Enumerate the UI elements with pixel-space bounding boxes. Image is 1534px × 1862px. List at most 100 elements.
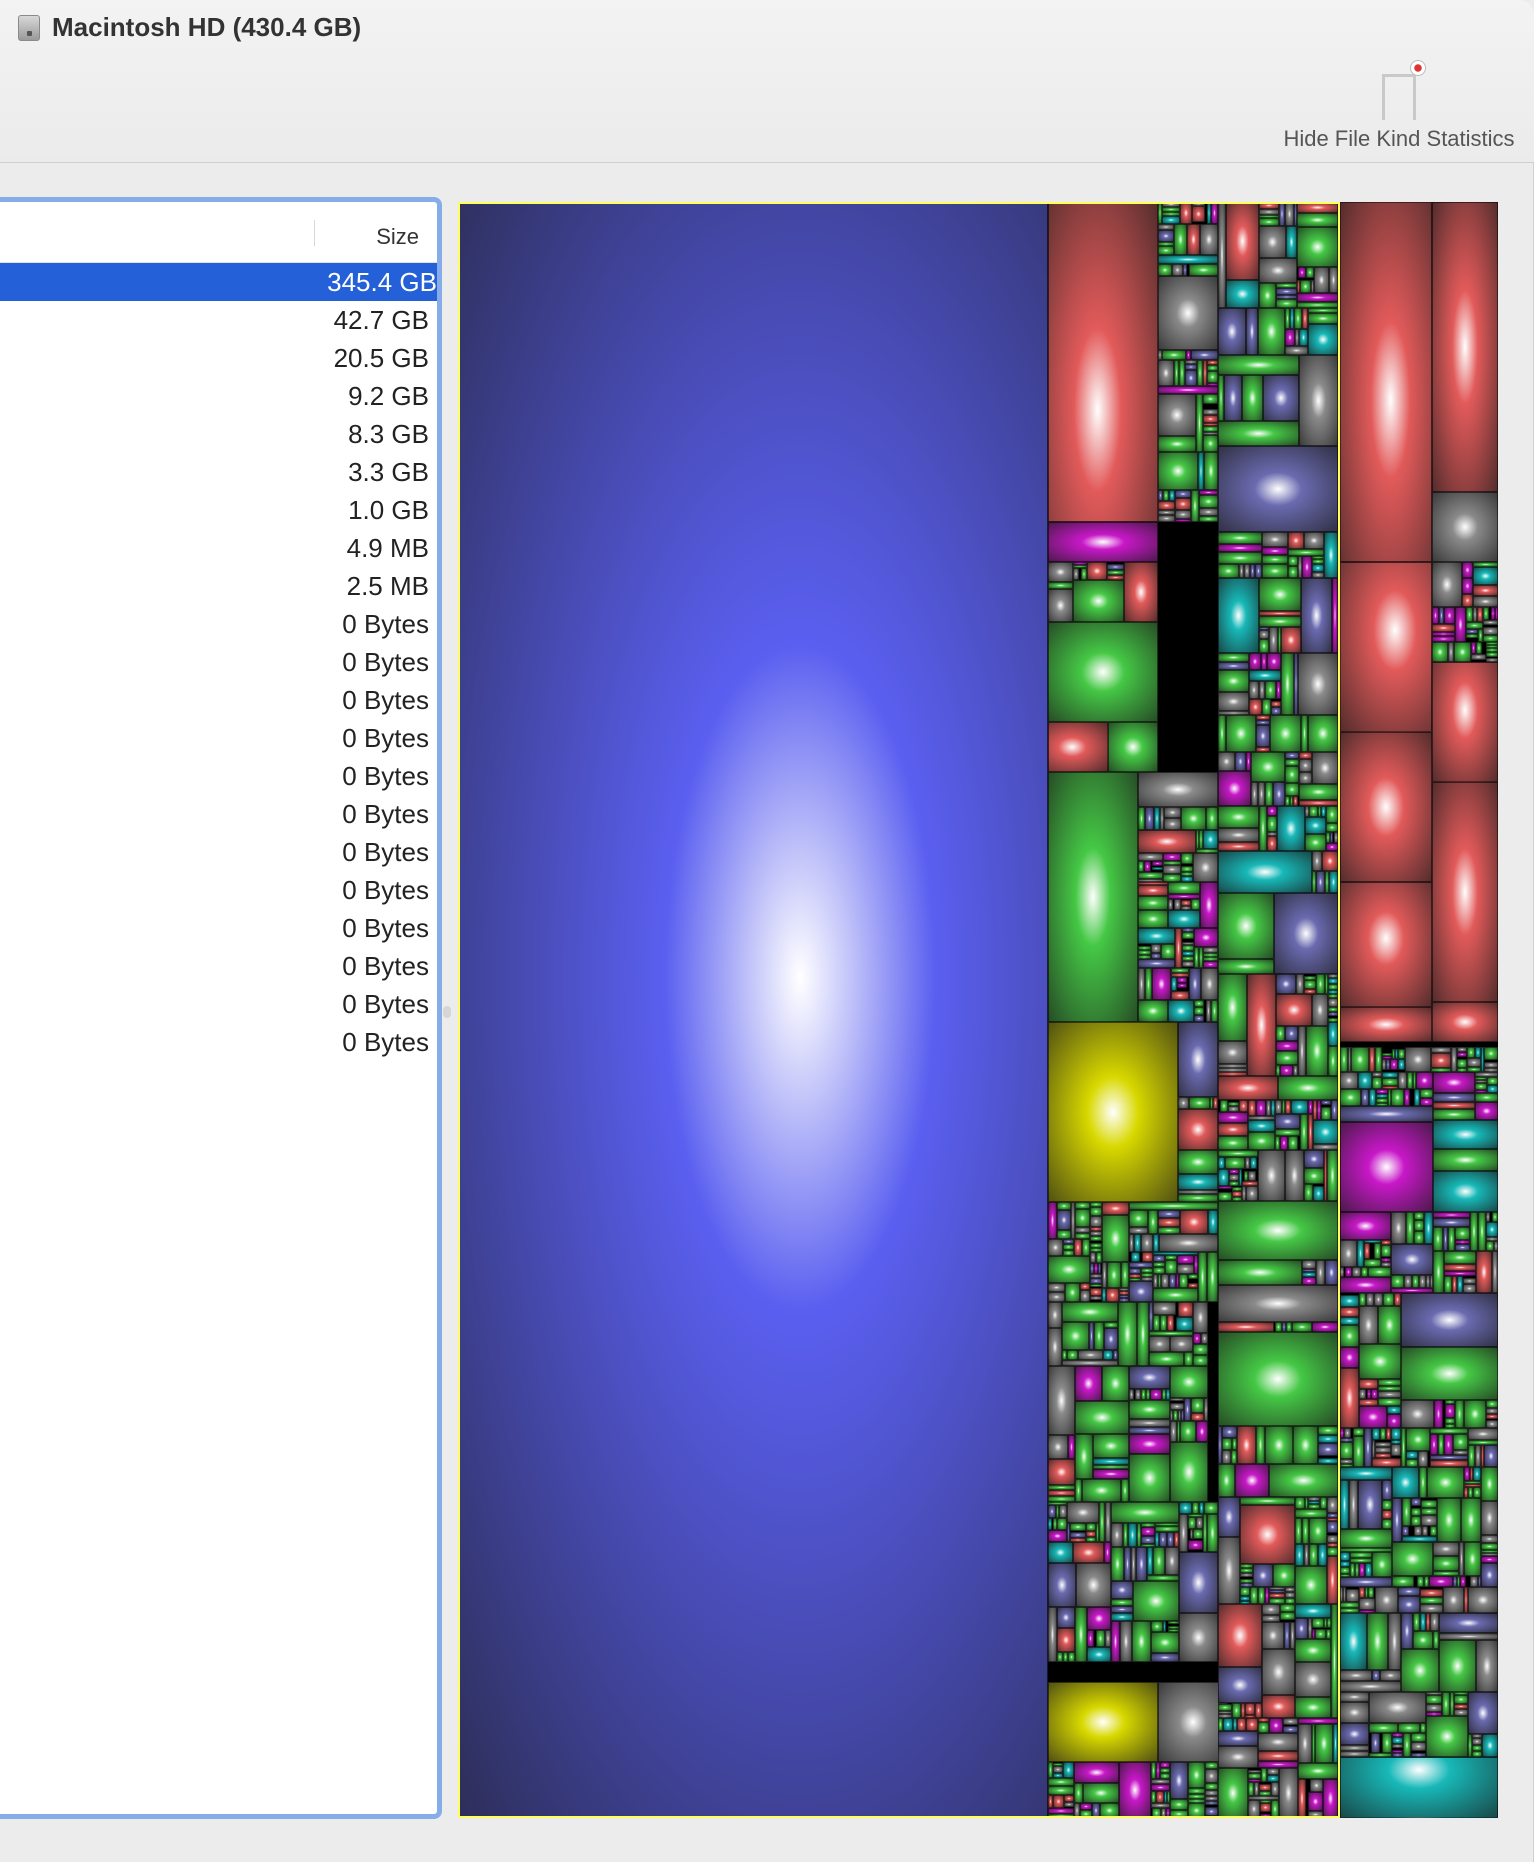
treemap-block[interactable] [1444, 1251, 1476, 1264]
treemap-block[interactable] [1394, 1293, 1401, 1306]
treemap-block[interactable] [1392, 1467, 1419, 1498]
treemap-block[interactable] [1372, 1428, 1380, 1440]
treemap-block[interactable] [1457, 1059, 1467, 1068]
treemap-block[interactable] [1353, 1428, 1364, 1436]
treemap-block[interactable] [1382, 1480, 1392, 1500]
treemap-block[interactable] [1475, 1102, 1498, 1120]
treemap-block[interactable] [1473, 1487, 1481, 1498]
treemap-block[interactable] [1426, 1716, 1468, 1757]
treemap-block[interactable] [1380, 1670, 1401, 1681]
treemap-block[interactable] [1371, 1389, 1378, 1399]
treemap-block[interactable] [1391, 1428, 1401, 1440]
treemap-block[interactable] [1473, 567, 1498, 585]
treemap-block[interactable] [1340, 1325, 1359, 1347]
treemap-block[interactable] [1359, 1598, 1375, 1610]
treemap-block[interactable] [1340, 1295, 1359, 1307]
treemap-block[interactable] [1381, 1245, 1391, 1257]
treemap-block[interactable] [1398, 1596, 1420, 1613]
treemap-block[interactable] [1361, 1267, 1368, 1277]
treemap-block[interactable] [1340, 1442, 1353, 1459]
treemap-block[interactable] [1481, 1467, 1498, 1501]
file-list-row[interactable]: 0 Bytes [0, 795, 437, 833]
file-list-row[interactable]: 4.9 MB [0, 529, 437, 567]
treemap-block[interactable] [1372, 1670, 1380, 1681]
treemap-block[interactable] [1340, 1240, 1357, 1267]
treemap-block[interactable] [1432, 202, 1498, 492]
treemap-block[interactable] [1434, 1400, 1443, 1428]
treemap-block[interactable] [1340, 1480, 1349, 1529]
treemap-block[interactable] [1420, 1098, 1433, 1106]
treemap-block[interactable] [1406, 1459, 1418, 1467]
treemap-block[interactable] [1462, 562, 1473, 578]
treemap-block[interactable] [1433, 1542, 1459, 1556]
treemap-block[interactable] [1344, 1428, 1351, 1438]
file-list-row[interactable]: 0 Bytes [0, 757, 437, 795]
treemap-block[interactable] [1340, 1277, 1391, 1293]
treemap-block[interactable] [1464, 1400, 1486, 1428]
treemap-block[interactable] [1402, 1526, 1409, 1536]
treemap-block[interactable] [1487, 1077, 1498, 1085]
treemap-block[interactable] [1444, 607, 1455, 624]
treemap-block[interactable] [1444, 1434, 1453, 1455]
treemap-block[interactable] [1374, 1243, 1381, 1259]
treemap-block[interactable] [1453, 1434, 1468, 1450]
treemap-block[interactable] [1433, 1556, 1459, 1571]
treemap-block[interactable] [1468, 1445, 1475, 1467]
file-list-row[interactable]: 0 Bytes [0, 643, 437, 681]
size-column-header[interactable]: Size [376, 224, 419, 250]
treemap-block[interactable] [1476, 1251, 1492, 1293]
treemap-block[interactable] [1359, 1399, 1378, 1406]
treemap-block[interactable] [1349, 1480, 1358, 1529]
treemap-block[interactable] [1468, 1587, 1498, 1613]
treemap-block[interactable] [1405, 1047, 1431, 1072]
treemap-block[interactable] [1433, 1171, 1498, 1212]
treemap-block[interactable] [1398, 1072, 1407, 1089]
treemap-block[interactable] [1398, 1723, 1420, 1733]
column-separator[interactable] [314, 220, 315, 246]
treemap-block[interactable] [1432, 492, 1498, 562]
treemap-block[interactable] [1392, 1542, 1433, 1576]
hide-file-kind-statistics-button[interactable]: Hide File Kind Statistics [1274, 54, 1524, 158]
treemap-block[interactable] [1455, 1244, 1470, 1251]
treemap-block[interactable] [1387, 1414, 1401, 1428]
treemap-block[interactable] [1382, 1519, 1392, 1529]
treemap-block[interactable] [1470, 1576, 1478, 1587]
treemap-block[interactable] [1444, 1264, 1476, 1271]
treemap-block[interactable] [1359, 1406, 1387, 1428]
treemap-block[interactable] [1421, 1515, 1437, 1526]
treemap-block[interactable] [1340, 1347, 1359, 1368]
treemap-block[interactable] [1484, 1047, 1498, 1060]
treemap-block[interactable] [1359, 1379, 1378, 1389]
treemap-block[interactable] [1340, 1047, 1348, 1072]
file-list-row[interactable]: 0 Bytes [0, 947, 437, 985]
treemap-block[interactable] [1378, 1391, 1401, 1398]
file-list-row[interactable]: 345.4 GB [0, 263, 437, 301]
treemap-block[interactable] [1401, 1400, 1434, 1428]
treemap-block[interactable] [1359, 1293, 1366, 1306]
treemap-block[interactable] [1340, 1567, 1350, 1574]
file-list-row[interactable]: 3.3 GB [0, 453, 437, 491]
treemap-block[interactable] [1358, 1480, 1382, 1529]
treemap-block[interactable] [1411, 1742, 1426, 1751]
treemap-block[interactable] [1443, 1587, 1464, 1613]
treemap-block[interactable] [1371, 1733, 1380, 1753]
file-list-panel[interactable]: Size 345.4 GB 42.7 GB 20.5 GB 9.2 GB 8.3 GB 3… [0, 197, 442, 1819]
treemap-block[interactable] [1391, 1089, 1404, 1106]
treemap-block[interactable] [1432, 642, 1448, 662]
treemap-block[interactable] [1340, 1613, 1367, 1670]
split-view-divider[interactable] [443, 1006, 451, 1018]
treemap-block[interactable] [1482, 1734, 1498, 1757]
treemap-block[interactable] [1424, 1212, 1433, 1244]
treemap-block[interactable] [1340, 1529, 1392, 1548]
treemap-view[interactable] [458, 202, 1498, 1818]
treemap-block[interactable] [1382, 1733, 1392, 1753]
treemap-block[interactable] [1430, 1434, 1438, 1455]
treemap-block[interactable] [1359, 1306, 1378, 1344]
treemap-block[interactable] [1378, 1398, 1401, 1406]
treemap-block[interactable] [1340, 1681, 1401, 1692]
treemap-block[interactable] [1475, 1093, 1498, 1102]
file-list-row[interactable]: 2.5 MB [0, 567, 437, 605]
treemap-block[interactable] [1455, 1227, 1470, 1240]
treemap-block[interactable] [1414, 1526, 1422, 1536]
treemap-block[interactable] [1455, 1400, 1464, 1428]
